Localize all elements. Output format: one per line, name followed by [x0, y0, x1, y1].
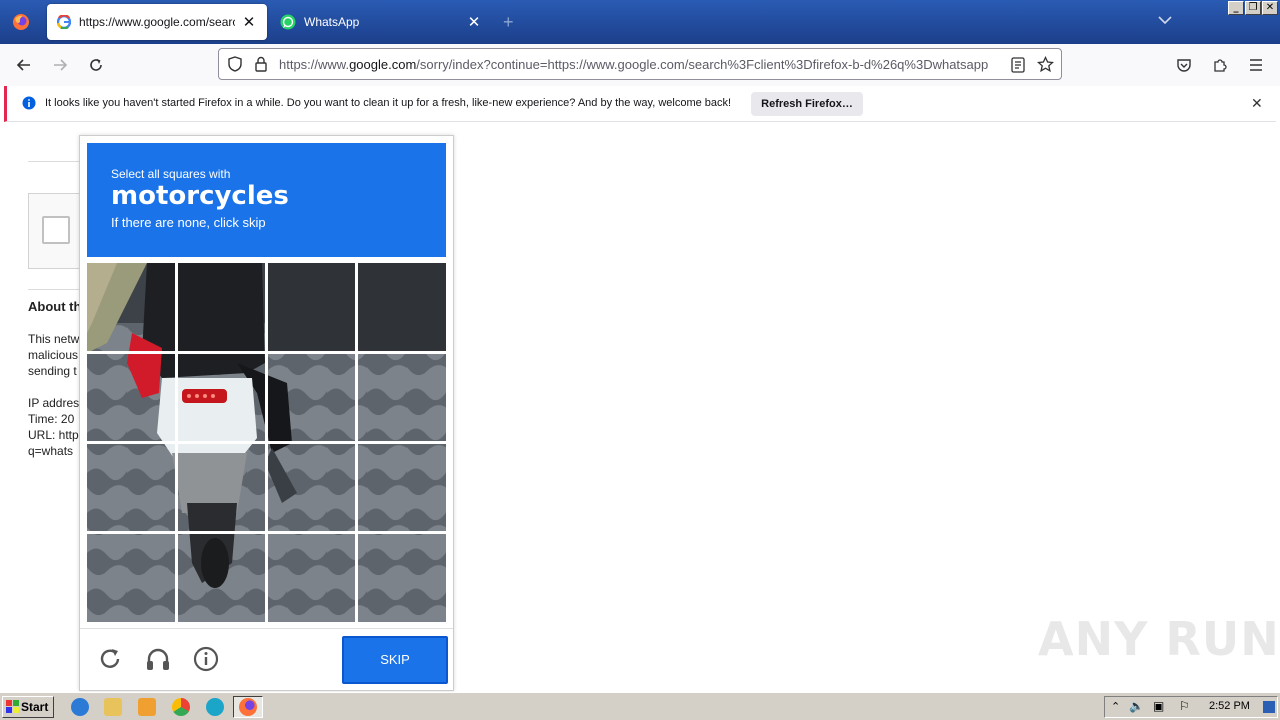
not-a-robot-checkbox[interactable] [42, 216, 70, 244]
media-player-icon[interactable] [138, 698, 156, 716]
reader-view-icon[interactable] [1011, 57, 1025, 73]
info-icon[interactable] [192, 645, 220, 673]
headphones-icon[interactable] [144, 645, 172, 673]
challenge-header: Select all squares with motorcycles If t… [87, 143, 446, 257]
challenge-target: motorcycles [111, 181, 289, 211]
start-label: Start [21, 700, 49, 714]
grid-tile-r4c4[interactable] [358, 534, 446, 622]
grid-tile-r1c3[interactable] [268, 263, 355, 351]
url-prefix: https://www. [279, 57, 350, 72]
challenge-footer: SKIP [80, 628, 453, 690]
grid-tile-r3c1[interactable] [87, 444, 175, 531]
page-text-line[interactable]: q=whats [28, 443, 80, 459]
internet-explorer-icon[interactable] [71, 698, 89, 716]
forward-button[interactable] [47, 53, 73, 77]
notification-message: It looks like you haven't started Firefo… [45, 97, 732, 109]
page-text-line: sending t [28, 364, 77, 378]
recaptcha-challenge-dialog: Select all squares with motorcycles If t… [79, 135, 454, 691]
refresh-firefox-notification: It looks like you haven't started Firefo… [4, 86, 1276, 122]
tab-label: https://www.google.com/search?c [79, 15, 235, 29]
windows-logo-icon [6, 700, 19, 713]
challenge-instruction: Select all squares with [111, 167, 231, 181]
grid-tile-r1c1[interactable] [87, 263, 175, 351]
app-menu-button[interactable] [1243, 53, 1269, 77]
volume-icon[interactable]: 🔈 [1129, 699, 1144, 713]
whatsapp-favicon-icon [280, 14, 296, 30]
firefox-menu-icon[interactable] [0, 0, 42, 44]
page-text-line: This netw [28, 332, 80, 346]
reload-icon [90, 59, 102, 71]
lock-icon[interactable] [254, 56, 268, 72]
google-favicon-icon [57, 15, 71, 29]
url-bar[interactable]: https://www.google.com/sorry/index?conti… [218, 48, 1062, 80]
hamburger-menu-icon [1250, 59, 1262, 71]
list-all-tabs-icon[interactable] [1158, 14, 1172, 28]
tab-close-icon[interactable]: ✕ [466, 13, 482, 31]
about-heading: About th [28, 299, 80, 314]
shield-icon[interactable] [227, 56, 243, 72]
page-text-line[interactable]: URL: http [28, 427, 80, 443]
close-window-icon[interactable]: ✕ [1262, 1, 1278, 15]
navigation-toolbar: https://www.google.com/sorry/index?conti… [0, 44, 1280, 86]
bookmark-star-icon[interactable] [1037, 56, 1054, 73]
notification-close-icon[interactable]: ✕ [1251, 95, 1263, 112]
reload-button[interactable] [83, 53, 109, 77]
page-text-line: IP addres [28, 396, 80, 410]
grid-tile-r4c1[interactable] [87, 534, 175, 622]
url-text[interactable]: https://www.google.com/sorry/index?conti… [279, 57, 1003, 72]
skip-button[interactable]: SKIP [342, 636, 448, 684]
extensions-button[interactable] [1207, 53, 1233, 77]
new-tab-icon[interactable]: + [503, 12, 514, 33]
network-icon[interactable]: ▣ [1153, 699, 1164, 713]
grid-tile-r2c2[interactable] [178, 354, 265, 441]
page-text-line: Time: 20 [28, 412, 75, 426]
taskbar-firefox-button[interactable] [233, 696, 263, 718]
refresh-firefox-button[interactable]: Refresh Firefox… [751, 92, 863, 116]
action-center-flag-icon[interactable]: ⚐ [1179, 699, 1190, 713]
start-button[interactable]: Start [2, 696, 54, 718]
grid-tile-r2c1[interactable] [87, 354, 175, 441]
clock[interactable]: 2:52 PM [1209, 700, 1250, 712]
url-path: /sorry/index?continue=https://www.google… [416, 57, 989, 72]
arrow-left-icon [16, 59, 30, 71]
show-desktop-icon[interactable] [1263, 701, 1275, 713]
grid-tile-r3c2[interactable] [178, 444, 265, 531]
anyrun-watermark: ANY RUN [1038, 612, 1280, 666]
system-tray: ⌃ 🔈 ▣ ⚐ 2:52 PM [1104, 696, 1278, 718]
minimize-icon[interactable]: _ [1228, 1, 1244, 15]
tab-label: WhatsApp [304, 15, 360, 29]
windows-taskbar: Start ⌃ 🔈 ▣ ⚐ 2:52 PM [0, 692, 1280, 720]
grid-tile-r4c3[interactable] [268, 534, 355, 622]
edge-icon[interactable] [206, 698, 224, 716]
grid-tile-r4c2[interactable] [178, 534, 265, 622]
grid-tile-r2c4[interactable] [358, 354, 446, 441]
info-icon [22, 96, 36, 110]
tab-google-search[interactable]: https://www.google.com/search?c ✕ [47, 4, 267, 40]
grid-tile-r1c4[interactable] [358, 263, 446, 351]
grid-tile-r3c3[interactable] [268, 444, 355, 531]
file-explorer-icon[interactable] [104, 698, 122, 716]
challenge-image-grid [87, 263, 446, 622]
tab-whatsapp[interactable]: WhatsApp ✕ [270, 4, 492, 40]
show-hidden-icons-icon[interactable]: ⌃ [1111, 700, 1120, 713]
grid-tile-r1c2[interactable] [178, 263, 265, 351]
arrow-right-icon [54, 59, 68, 71]
firefox-icon [239, 698, 257, 716]
tab-bar: https://www.google.com/search?c ✕ WhatsA… [0, 0, 1280, 44]
pocket-button[interactable] [1171, 53, 1197, 77]
reload-challenge-icon[interactable] [96, 645, 124, 673]
challenge-subtext: If there are none, click skip [111, 215, 266, 230]
tab-close-icon[interactable]: ✕ [241, 13, 257, 31]
puzzle-icon [1214, 59, 1227, 72]
url-host: google.com [349, 57, 417, 72]
grid-tile-r3c4[interactable] [358, 444, 446, 531]
back-button[interactable] [11, 53, 37, 77]
grid-tile-r2c3[interactable] [268, 354, 355, 441]
restore-icon[interactable]: ❐ [1245, 1, 1261, 15]
page-text-line: malicious [28, 348, 79, 362]
pocket-icon [1177, 59, 1191, 72]
chrome-icon[interactable] [172, 698, 190, 716]
